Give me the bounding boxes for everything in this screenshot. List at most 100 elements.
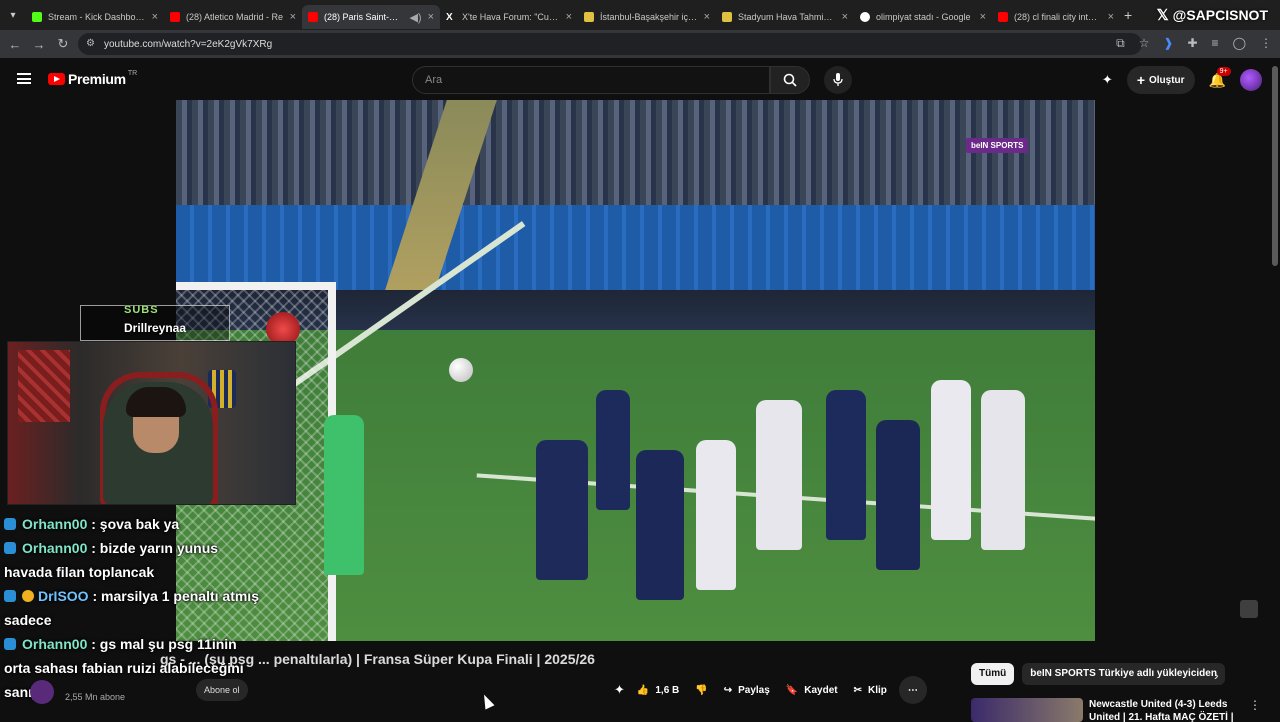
puzzle-icon[interactable]: ✚ [1187, 36, 1197, 51]
player [536, 440, 588, 580]
chip-uploader[interactable]: beIN SPORTS Türkiye adlı yükleyiciden [1022, 663, 1225, 685]
youtube-favicon-icon [308, 12, 318, 22]
extension-icon[interactable]: ❱ [1163, 36, 1173, 51]
player [931, 380, 971, 540]
share-button[interactable]: ↪ Paylaş [720, 676, 774, 704]
logo-region: TR [127, 69, 138, 77]
browser-tab[interactable]: Stadyum Hava Tahmini - × [716, 5, 854, 29]
rec-more-icon[interactable]: ⋮ [1249, 698, 1261, 722]
browser-tab[interactable]: Stream - Kick Dashboard × [26, 5, 164, 29]
menu-icon[interactable] [17, 73, 31, 84]
video-title: gs - ... (şu psg ... penaltılarla) | Fra… [160, 651, 595, 667]
extension-star-icon[interactable]: ✦ [1102, 72, 1113, 88]
chip-all[interactable]: Tümü [971, 663, 1015, 685]
player [981, 390, 1025, 550]
like-button[interactable]: 👍 1,6 B [633, 676, 683, 704]
save-button[interactable]: 🔖 Kaydet [782, 676, 842, 704]
chat-text: : şova bak ya [91, 516, 180, 532]
tab-close-icon[interactable]: × [980, 11, 986, 23]
notifications-button[interactable]: 🔔 9+ [1209, 66, 1231, 89]
chevron-right-icon[interactable]: › [1214, 667, 1219, 683]
player [756, 400, 802, 550]
goalkeeper [324, 415, 364, 575]
tab-close-icon[interactable]: × [1108, 11, 1114, 23]
browser-tab-active[interactable]: (28) Paris Saint-Germ ◀) × [302, 5, 440, 29]
chat-user: DrISOO [38, 588, 89, 604]
clip-label: Klip [868, 684, 887, 696]
tab-close-icon[interactable]: × [566, 11, 572, 23]
browser-tab[interactable]: (28) cl finali city inter - Yo × [992, 5, 1120, 29]
browser-tab-bar: ▾ Stream - Kick Dashboard × (28) Atletico… [0, 0, 1280, 30]
player [826, 390, 866, 540]
plus-icon: + [1136, 72, 1145, 88]
search-button[interactable] [770, 66, 810, 94]
tab-audio-icon[interactable]: ◀) [409, 11, 421, 24]
wall-rug [18, 350, 70, 422]
youtube-logo[interactable]: Premium TR [48, 69, 138, 87]
profile-icon[interactable]: ◯ [1233, 36, 1246, 51]
address-bar-row: ← → ↻ ⚙ youtube.com/watch?v=2eK2gVk7XRg … [0, 30, 1280, 58]
chat-message: Orhann00 : bizde yarın yunus havada fila… [4, 536, 266, 584]
tab-title: Stadyum Hava Tahmini - [738, 12, 836, 22]
sub-alert-label: SUBS [124, 304, 159, 316]
browser-tab[interactable]: olimpiyat stadı - Google × [854, 5, 992, 29]
browser-menu-icon[interactable]: ⋮ [1260, 36, 1272, 51]
browser-tab[interactable]: X X'te Hava Forum: "Cuma × [440, 5, 578, 29]
share-icon: ↪ [723, 684, 733, 696]
voice-search-button[interactable] [824, 66, 852, 94]
url-field[interactable]: ⚙ youtube.com/watch?v=2eK2gVk7XRg [78, 33, 1142, 55]
related-chips: Tümü beIN SPORTS Türkiye adlı yükleyicid… [971, 663, 1225, 685]
rec-title[interactable]: Newcastle United (4-3) Leeds United | 21… [1089, 698, 1239, 722]
video-actions: ✦ 👍 1,6 B 👎 ↪ Paylaş 🔖 Kaydet ✂ Klip ⋯ [614, 676, 927, 704]
subscribe-button[interactable]: Abone ol [196, 679, 248, 701]
streamer-hair [126, 387, 186, 417]
tab-close-icon[interactable]: × [428, 11, 434, 23]
media-icon[interactable]: ≡ [1212, 36, 1219, 51]
youtube-favicon-icon [170, 12, 180, 22]
page-scrollbar[interactable] [1272, 66, 1278, 266]
youtube-header: Premium TR Ara ✦ + Oluştur 🔔 9+ [0, 58, 1280, 102]
url-text: youtube.com/watch?v=2eK2gVk7XRg [104, 38, 273, 50]
player [596, 390, 630, 510]
create-label: Oluştur [1149, 74, 1185, 86]
dislike-button[interactable]: 👎 [691, 676, 711, 704]
tab-close-icon[interactable]: × [152, 11, 158, 23]
forward-icon[interactable]: → [27, 37, 51, 52]
browser-toolbar-icons: ⧉ ☆ ❱ ✚ ≡ ◯ ⋮ [1116, 36, 1272, 51]
crossbar [176, 282, 334, 290]
tab-title: İstanbul-Başakşehir için a [600, 12, 698, 22]
video-player[interactable]: beIN SPORTS [176, 100, 1095, 641]
create-button[interactable]: + Oluştur [1126, 66, 1195, 94]
channel-avatar[interactable] [30, 680, 54, 704]
tab-search-menu[interactable]: ▾ [0, 0, 26, 30]
tab-title: (28) Atletico Madrid - Re [186, 12, 284, 22]
subscriber-count: 2,55 Mn abone [65, 692, 126, 702]
player [696, 440, 736, 590]
rec-thumbnail[interactable] [971, 698, 1083, 722]
back-icon[interactable]: ← [3, 37, 27, 52]
like-count: 1,6 B [655, 684, 680, 696]
search-input[interactable]: Ara [412, 66, 770, 94]
weather-favicon-icon [722, 12, 732, 22]
reload-icon[interactable]: ↻ [51, 36, 75, 52]
badge-icon [22, 590, 34, 602]
new-tab-button[interactable]: + [1124, 7, 1132, 23]
clip-button[interactable]: ✂ Klip [850, 676, 891, 704]
tab-close-icon[interactable]: × [704, 11, 710, 23]
install-icon[interactable]: ⧉ [1116, 36, 1125, 51]
sparkle-icon[interactable]: ✦ [614, 682, 625, 698]
site-info-icon[interactable]: ⚙ [86, 38, 95, 49]
browser-tab[interactable]: (28) Atletico Madrid - Re × [164, 5, 302, 29]
sub-alert-user: Drillreynaa [124, 321, 187, 335]
stream-handle-overlay: 𝕏 @SAPCISNOT [1157, 6, 1268, 24]
recommended-video[interactable]: Newcastle United (4-3) Leeds United | 21… [971, 698, 1271, 722]
player [636, 450, 684, 600]
account-avatar[interactable] [1240, 69, 1262, 91]
browser-tab[interactable]: İstanbul-Başakşehir için a × [578, 5, 716, 29]
more-actions-button[interactable]: ⋯ [898, 676, 927, 704]
google-favicon-icon [860, 12, 870, 22]
tab-close-icon[interactable]: × [290, 11, 296, 23]
tab-close-icon[interactable]: × [842, 11, 848, 23]
channel-watermark-icon [1240, 600, 1258, 618]
bookmark-star-icon[interactable]: ☆ [1139, 36, 1150, 51]
